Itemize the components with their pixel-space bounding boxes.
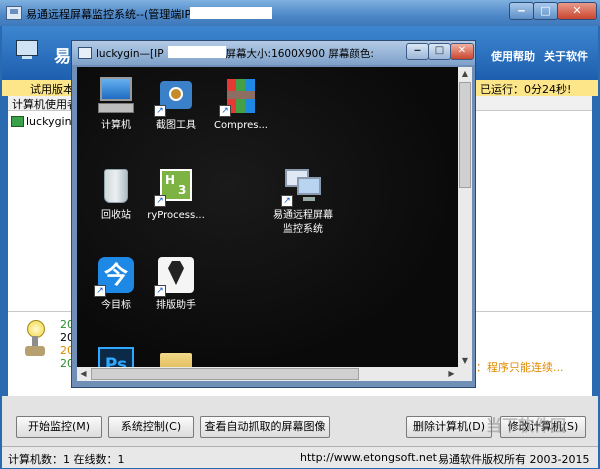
- app-window-icon: [6, 6, 22, 20]
- scroll-right-icon[interactable]: ▶: [445, 367, 458, 381]
- desktop-icon-remote-monitor[interactable]: ↗ 易通远程屏幕 监控系统: [265, 165, 341, 237]
- start-monitor-button[interactable]: 开始监控(M): [16, 416, 102, 438]
- remote-viewer-window[interactable]: luckygin—[IP 屏幕大小:1600X900 屏幕颜色: ‒ □ ✕ 计算…: [71, 40, 476, 388]
- about-link[interactable]: 关于软件: [544, 48, 588, 64]
- status-bar: 计算机数：1 在线数：1 http://www.etongsoft.net 易通…: [2, 446, 598, 468]
- vertical-scrollbar[interactable]: ▲ ▼: [458, 67, 472, 367]
- horizontal-scrollbar[interactable]: ◀ ▶: [77, 367, 458, 381]
- online-computer-icon: [11, 116, 24, 127]
- trial-label: 试用版本: [30, 83, 74, 96]
- viewer-maximize-button[interactable]: □: [428, 43, 451, 60]
- runtime-label: 已运行：0分24秒!: [480, 83, 572, 96]
- viewer-title-screen-info: 屏幕大小:1600X900 屏幕颜色:: [225, 48, 374, 60]
- process-icon: ↗: [154, 165, 196, 207]
- desktop-icon-label: 排版助手: [156, 300, 196, 311]
- scroll-left-icon[interactable]: ◀: [77, 367, 90, 381]
- desktop-icon-snipping-tool[interactable]: ↗ 截图工具: [141, 75, 211, 133]
- main-window-title: 易通远程屏幕监控系统--(管理端IP：: [26, 8, 203, 21]
- watermark: 当下软件园: [486, 416, 567, 435]
- jinmubiao-icon: 今 ↗: [94, 255, 136, 297]
- main-titlebar: 易通远程屏幕监控系统--(管理端IP： ‒ □ ✕: [0, 0, 600, 26]
- scroll-down-icon[interactable]: ▼: [458, 354, 472, 367]
- maximize-button[interactable]: □: [533, 2, 558, 20]
- viewer-titlebar[interactable]: luckygin—[IP 屏幕大小:1600X900 屏幕颜色: ‒ □ ✕: [72, 41, 475, 65]
- close-button[interactable]: ✕: [557, 2, 597, 20]
- folder-icon: [156, 345, 196, 367]
- photoshop-icon: Ps: [96, 345, 136, 367]
- winrar-icon: ↗: [219, 75, 261, 117]
- viewer-window-icon: [78, 47, 92, 59]
- remote-desktop[interactable]: 计算机 ↗ 截图工具 ↗ Compres... 回收站 ↗ ryProcess.…: [77, 67, 458, 367]
- desktop-icon-label: Compres...: [214, 120, 268, 131]
- desktop-icon-process[interactable]: ↗ ryProcess...: [141, 165, 211, 223]
- viewer-title-host: luckygin—[IP: [96, 48, 164, 60]
- desktop-icon-label: ryProcess...: [147, 210, 205, 221]
- log-warning: ：程序只能连续...: [476, 361, 564, 374]
- website-link[interactable]: http://www.etongsoft.net: [300, 451, 437, 464]
- lightbulb-icon: [24, 320, 46, 360]
- recycle-bin-icon: [96, 165, 136, 205]
- system-control-button[interactable]: 系统控制(C): [108, 416, 194, 438]
- copyright: 易通软件版权所有 2003-2015: [438, 453, 590, 466]
- app-name: 易: [54, 47, 71, 67]
- help-link[interactable]: 使用帮助: [491, 48, 535, 64]
- monitor-logo-icon: [16, 40, 38, 60]
- desktop-icon-label: 截图工具: [156, 120, 196, 131]
- computer-name: luckygin: [26, 115, 72, 128]
- view-auto-captures-button[interactable]: 查看自动抓取的屏幕图像: [200, 416, 330, 438]
- pen-nib-icon: ↗: [154, 255, 196, 297]
- computer-icon: [96, 75, 136, 115]
- scroll-thumb[interactable]: [91, 368, 359, 380]
- scroll-up-icon[interactable]: ▲: [458, 67, 472, 80]
- minimize-button[interactable]: ‒: [509, 2, 534, 20]
- desktop-icon-compress[interactable]: ↗ Compres...: [206, 75, 276, 133]
- redacted-ip: [190, 7, 272, 19]
- delete-computer-button[interactable]: 删除计算机(D): [406, 416, 492, 438]
- computer-count: 计算机数：1 在线数：1: [8, 453, 125, 466]
- desktop-icon-folder[interactable]: [141, 345, 211, 367]
- viewer-title: luckygin—[IP 屏幕大小:1600X900 屏幕颜色:: [96, 46, 374, 61]
- column-user[interactable]: 计算机使用者: [12, 96, 78, 112]
- remote-monitor-icon: ↗: [281, 165, 323, 207]
- desktop-icon-label: 易通远程屏幕 监控系统: [273, 210, 333, 235]
- redacted-ip: [168, 46, 226, 58]
- viewer-minimize-button[interactable]: ‒: [406, 43, 429, 60]
- screenshot-tool-icon: ↗: [154, 75, 196, 117]
- scroll-thumb[interactable]: [459, 82, 471, 188]
- scroll-corner: [458, 367, 472, 381]
- viewer-close-button[interactable]: ✕: [450, 43, 474, 60]
- desktop-icon-typesetting[interactable]: ↗ 排版助手: [141, 255, 211, 313]
